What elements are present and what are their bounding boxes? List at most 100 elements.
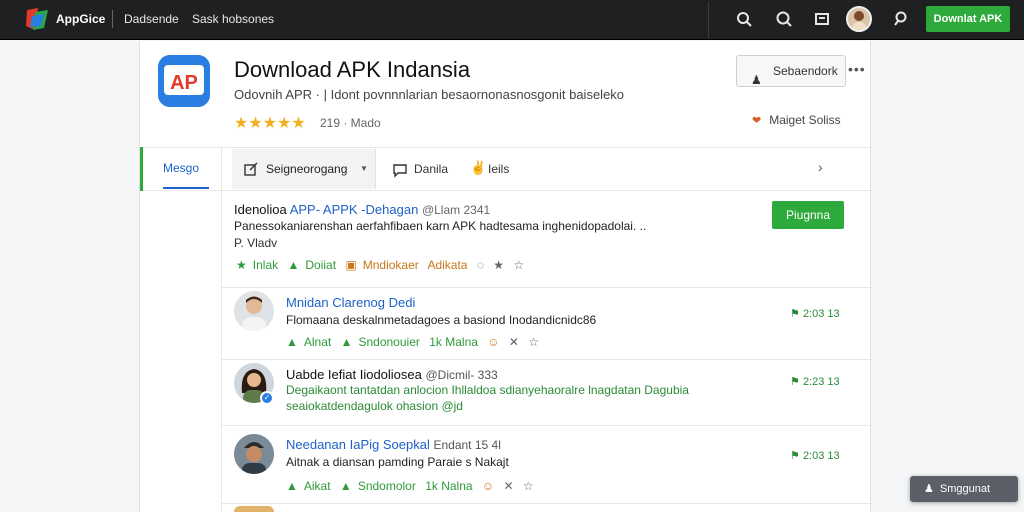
- more-options-icon[interactable]: •••: [848, 61, 866, 77]
- chevron-right-icon[interactable]: ›: [818, 159, 823, 175]
- avatar[interactable]: [234, 291, 274, 331]
- rating-count: 219 · Mado: [320, 116, 381, 130]
- share-action[interactable]: Mndiokaer: [363, 258, 419, 272]
- brand-name[interactable]: AppGice: [56, 12, 105, 26]
- app-page-card: AP Download APK Indansia Odovnih APR · |…: [139, 41, 872, 512]
- tab-label: Mesgo: [163, 161, 200, 175]
- author-name[interactable]: Mnidan Clarenog Dedi: [286, 295, 415, 310]
- reactions-action[interactable]: 1k Nalna: [425, 479, 472, 493]
- comment-text-continued: seaiokatdendagulok ohasion @jd: [286, 399, 463, 413]
- like-action[interactable]: Inlak: [253, 258, 278, 272]
- active-tab-underline: [163, 187, 209, 189]
- star-icon[interactable]: ★: [236, 258, 247, 272]
- subscribe-button[interactable]: ♟ Sebaendork: [736, 55, 846, 87]
- comment-author: Uabde Iefiat Iiodoliosea @Dicmil- 333: [286, 367, 498, 382]
- tab-likes[interactable]: Ieils: [488, 162, 509, 176]
- toast-label: Smggunat: [939, 483, 991, 495]
- close-icon[interactable]: ✕: [504, 479, 514, 493]
- author-name[interactable]: Needanan IaPig Soepkal: [286, 437, 430, 452]
- help-icon[interactable]: [889, 8, 911, 30]
- notification-toast[interactable]: ♟ Smggunat: [910, 476, 1018, 502]
- manage-link[interactable]: ❤ Maiget Soliss: [752, 113, 841, 127]
- manage-label: Maiget Soliss: [769, 113, 841, 127]
- app-subtitle: Odovnih APR · | Idont povnnnlarian besao…: [234, 87, 625, 102]
- separator: [112, 10, 113, 28]
- post-highlight[interactable]: APP- APPK -Dehagan: [290, 202, 419, 217]
- bookmark-icon[interactable]: ☆: [528, 335, 539, 349]
- nav-link-1[interactable]: Dadsende: [124, 12, 179, 26]
- left-column: [140, 147, 222, 512]
- flag-icon: ⚑: [790, 376, 800, 388]
- search-icon[interactable]: [773, 8, 795, 30]
- thumb-up-icon[interactable]: ▲: [286, 335, 298, 349]
- author-handle: Endant 15 4l: [433, 438, 501, 452]
- like-action[interactable]: Alnat: [304, 335, 331, 349]
- comment-time: ⚑ 2:23 13: [790, 375, 840, 388]
- post-header: Idenolioa APP- APPK -Dehagan @Llam 2341: [234, 202, 490, 217]
- avatar[interactable]: [234, 434, 274, 474]
- star-icon[interactable]: ★: [493, 258, 504, 272]
- verified-badge-icon: ✓: [260, 391, 274, 405]
- divider: [222, 287, 872, 288]
- comment-icon: [393, 164, 407, 178]
- app-store-logo-icon[interactable]: [24, 6, 50, 32]
- avatar[interactable]: [234, 506, 274, 512]
- sort-label: Seigneorogang: [266, 162, 348, 176]
- comment-time: ⚑ 2:03 13: [790, 449, 840, 462]
- emoji-icon[interactable]: ☺: [482, 479, 494, 493]
- search-icon[interactable]: [733, 8, 755, 30]
- comment-author: Needanan IaPig Soepkal Endant 15 4l: [286, 437, 501, 452]
- divider: [222, 359, 872, 360]
- time-label: 2:23 13: [802, 376, 840, 388]
- chat-icon[interactable]: ◌: [477, 258, 484, 272]
- author-handle: @Dicmil- 333: [425, 368, 498, 382]
- user-icon: ♟: [924, 483, 934, 495]
- like-action[interactable]: Aikat: [304, 479, 331, 493]
- author-name[interactable]: Uabde Iefiat Iiodoliosea: [286, 367, 422, 382]
- reactions-action[interactable]: 1k Malna: [429, 335, 478, 349]
- post-author[interactable]: Idenolioa: [234, 202, 287, 217]
- tab-comments[interactable]: Danila: [414, 162, 448, 176]
- reply-action[interactable]: Sndomolor: [358, 479, 416, 493]
- divider: [222, 503, 872, 504]
- post-meta: @Llam 2341: [421, 203, 491, 217]
- flag-icon: ⚑: [790, 308, 800, 320]
- heart-icon: ❤: [752, 115, 762, 127]
- top-navigation-bar: AppGice Dadsende Sask hobsones Downlat A…: [0, 0, 1024, 40]
- post-action-button[interactable]: Piugnna: [772, 201, 844, 229]
- subscribe-label: Sebaendork: [773, 64, 838, 78]
- download-apk-button[interactable]: Downlat APK: [926, 6, 1010, 32]
- repost-action[interactable]: Doiiat: [305, 258, 336, 272]
- close-icon[interactable]: ✕: [509, 335, 519, 349]
- divider: [222, 425, 872, 426]
- user-avatar[interactable]: [846, 6, 872, 32]
- thumb-up-icon[interactable]: ▲: [341, 335, 353, 349]
- time-label: 2:03 13: [802, 308, 840, 320]
- tab-messages[interactable]: Mesgo: [140, 147, 222, 191]
- nav-link-2[interactable]: Sask hobsones: [192, 12, 274, 26]
- comment-time: ⚑ 2:03 13: [790, 307, 840, 320]
- app-title: Download APK Indansia: [234, 57, 471, 82]
- bookmark-icon[interactable]: ☆: [523, 479, 534, 493]
- activity-action[interactable]: Adikata: [427, 258, 467, 272]
- share-icon[interactable]: ▣: [345, 258, 356, 272]
- bookmark-icon[interactable]: ☆: [513, 258, 524, 272]
- separator: [708, 2, 709, 38]
- post-tag: P. Vladv: [234, 236, 278, 250]
- time-label: 2:03 13: [802, 450, 840, 462]
- emoji-icon[interactable]: ☺: [487, 335, 499, 349]
- app-logo-icon: AP: [158, 55, 210, 107]
- comment-text: Flomaana deskalnmetadagoes a basiond Ino…: [286, 313, 597, 327]
- flag-icon: ⚑: [790, 450, 800, 462]
- thumb-up-icon[interactable]: ▲: [340, 479, 352, 493]
- thumb-up-icon[interactable]: ▲: [286, 479, 298, 493]
- rating-stars: ★★★★★: [234, 115, 306, 132]
- user-add-icon: ♟: [751, 73, 762, 87]
- inbox-icon[interactable]: [811, 8, 833, 30]
- reply-action[interactable]: Sndonouier: [358, 335, 419, 349]
- sort-dropdown[interactable]: Seigneorogang ▼: [232, 149, 376, 189]
- post-actions: ★ Inlak ▲ Doiiat ▣ Mndiokaer Adikata ◌ ★ ☆: [236, 258, 530, 272]
- thumb-icon[interactable]: ▲: [287, 258, 299, 272]
- comment-actions: ▲ Alnat ▲ Sndonouier 1k Malna ☺ ✕ ☆: [286, 335, 545, 349]
- edit-icon: [244, 162, 258, 176]
